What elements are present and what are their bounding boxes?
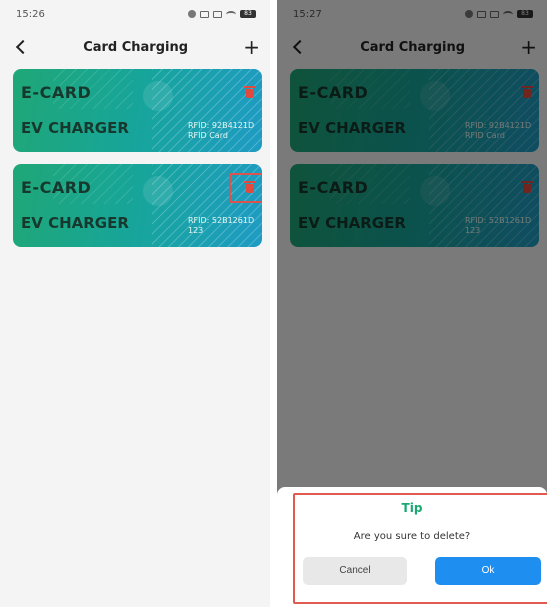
card-product: EV CHARGER — [21, 214, 129, 232]
page-title: Card Charging — [83, 39, 189, 55]
cancel-button[interactable]: Cancel — [303, 557, 407, 585]
status-icons: 83 — [188, 10, 256, 18]
trash-icon[interactable] — [244, 86, 256, 98]
ok-button[interactable]: Ok — [435, 557, 541, 585]
dialog-title: Tip — [401, 501, 423, 515]
trash-icon[interactable] — [244, 181, 256, 193]
card-item[interactable]: E-CARD EV CHARGER RFID: 52B1261D 123 — [13, 164, 262, 247]
card-rfid-number: RFID: 92B4121D — [188, 121, 255, 130]
card-rfid-info: RFID: 92B4121D RFID Card — [188, 121, 254, 141]
battery-icon: 83 — [240, 10, 256, 18]
signal-icon — [213, 10, 222, 18]
card-brand: E-CARD — [21, 83, 92, 102]
card-brand: E-CARD — [21, 178, 92, 197]
data-speed-icon — [200, 10, 209, 18]
status-bar: 15:26 83 — [0, 0, 270, 28]
card-product: EV CHARGER — [21, 119, 129, 137]
card-item[interactable]: E-CARD EV CHARGER RFID: 92B4121D RFID Ca… — [13, 69, 262, 152]
card-name: RFID Card — [188, 131, 228, 140]
plus-icon[interactable]: + — [243, 37, 260, 57]
dialog-message: Are you sure to delete? — [353, 531, 471, 542]
status-time: 15:26 — [16, 8, 45, 20]
alarm-icon — [188, 10, 196, 18]
card-name: 123 — [188, 226, 204, 235]
card-rfid-info: RFID: 52B1261D 123 — [188, 216, 254, 236]
nav-bar: Card Charging + — [0, 28, 270, 66]
wifi-icon — [226, 10, 236, 18]
chevron-left-icon[interactable] — [15, 39, 31, 55]
screen-delete-confirm: 15:27 83 Card Charging + E-CARD EV CHARG… — [277, 0, 547, 607]
confirm-dialog: Tip Are you sure to delete? Cancel Ok — [277, 487, 547, 607]
card-rfid-number: RFID: 52B1261D — [188, 216, 255, 225]
screen-card-list: 15:26 83 Card Charging + E-CARD EV CHARG… — [0, 0, 270, 607]
